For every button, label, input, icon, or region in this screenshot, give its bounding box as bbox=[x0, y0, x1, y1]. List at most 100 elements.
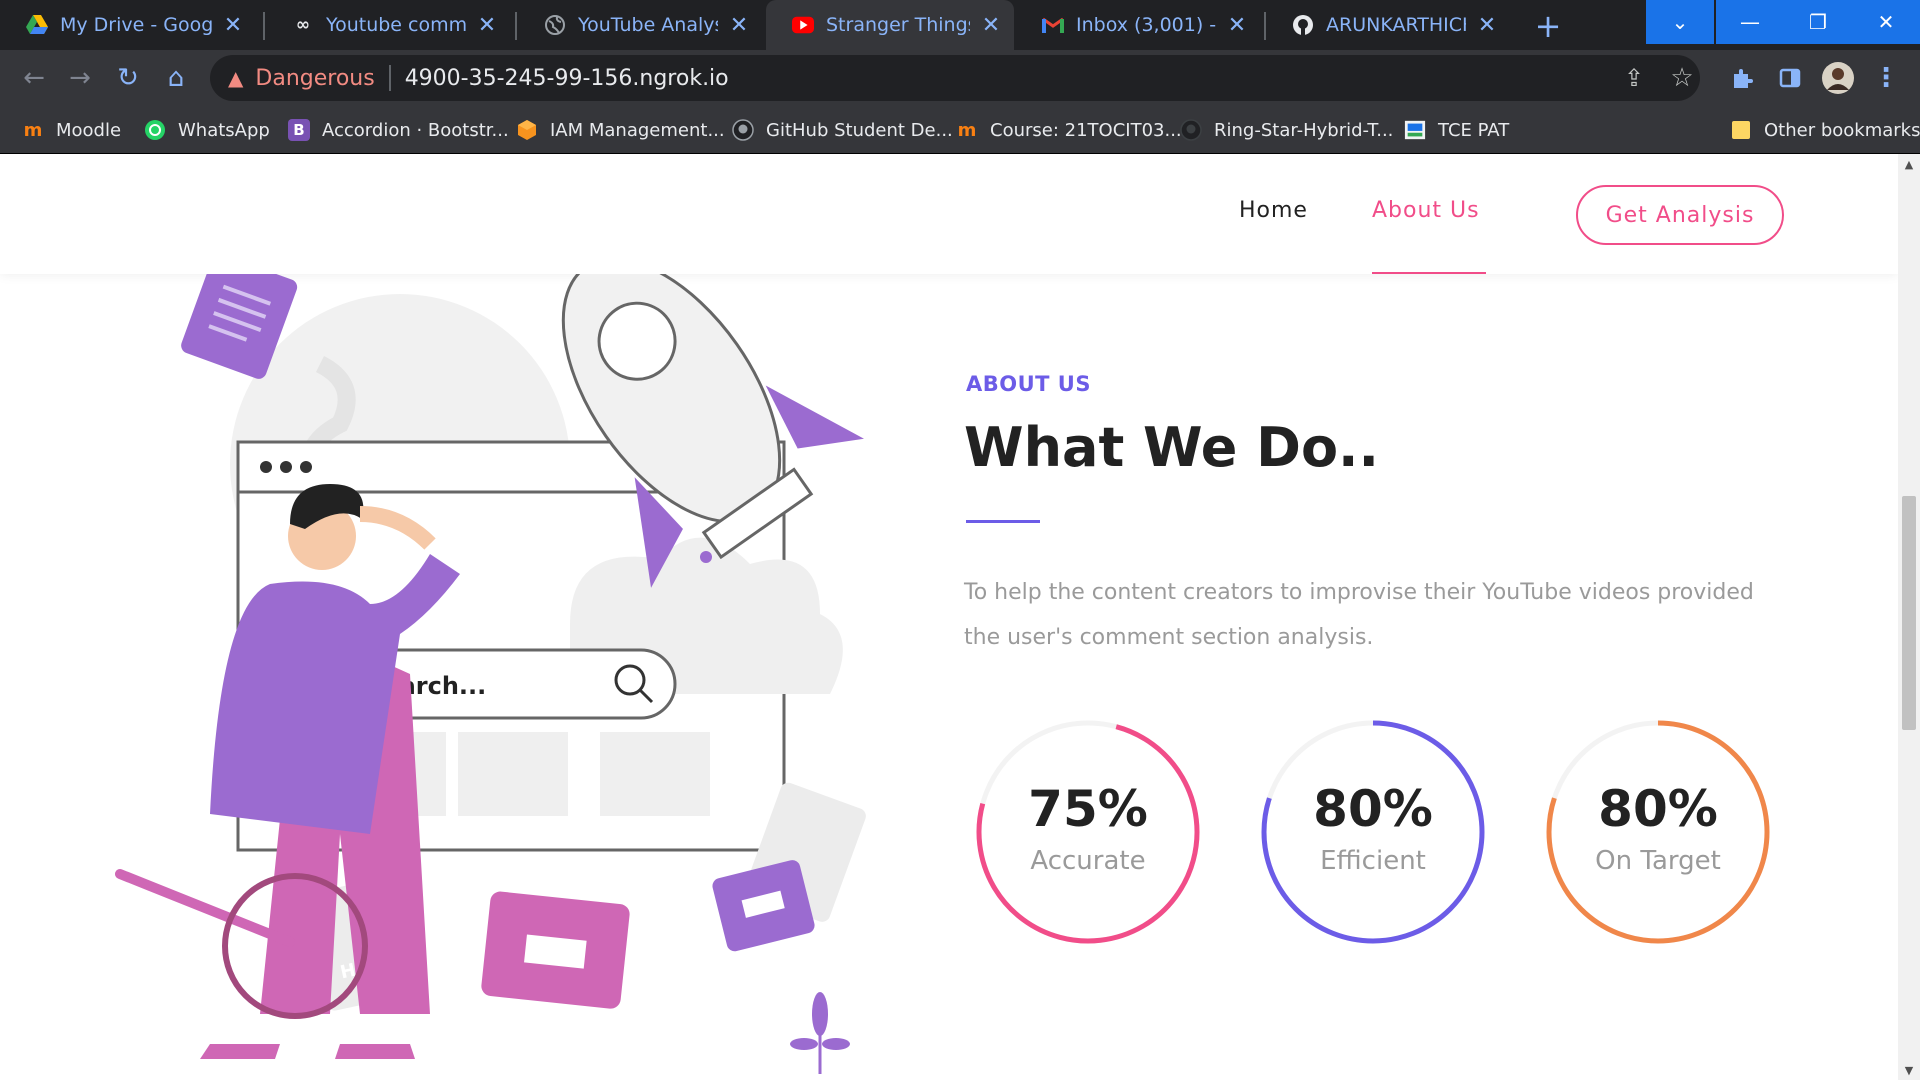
github-icon bbox=[1180, 119, 1202, 141]
tab-title: Inbox (3,001) - arunkarthick bbox=[1076, 14, 1216, 36]
close-icon[interactable]: ✕ bbox=[476, 13, 498, 38]
tab-title: Stranger Things 4 | Volume 2 bbox=[826, 14, 970, 36]
stat-efficient: 80% Efficient bbox=[1259, 718, 1499, 958]
browser-toolbar: ← → ↻ ⌂ ▲ Dangerous 4900-35-245-99-156.n… bbox=[0, 50, 1920, 106]
headline-rule bbox=[966, 520, 1040, 523]
stat-on-target: 80% On Target bbox=[1544, 718, 1784, 958]
security-label: Dangerous bbox=[255, 65, 375, 91]
tce-icon bbox=[1404, 119, 1426, 141]
extensions-icon[interactable] bbox=[1722, 58, 1762, 98]
tab-youtube-analyser[interactable]: YouTube Analyser! ✕ bbox=[518, 0, 762, 50]
security-status[interactable]: ▲ Dangerous bbox=[228, 66, 375, 91]
scroll-down-arrow[interactable]: ▼ bbox=[1898, 1060, 1920, 1080]
minimize-button[interactable]: — bbox=[1716, 0, 1784, 44]
gmail-icon bbox=[1042, 14, 1064, 36]
bookmark-course[interactable]: m Course: 21TOCIT03... bbox=[956, 116, 1182, 144]
bookmark-other[interactable]: Other bookmarks bbox=[1730, 116, 1920, 144]
moodle-icon: m bbox=[957, 119, 977, 141]
stat-accurate: 75% Accurate bbox=[974, 718, 1214, 958]
bookmark-bootstrap[interactable]: B Accordion · Bootstr... bbox=[288, 116, 509, 144]
home-icon[interactable]: ⌂ bbox=[156, 58, 196, 98]
bookmark-iam[interactable]: IAM Management... bbox=[516, 116, 725, 144]
page-scrollbar[interactable]: ▲ ▼ bbox=[1898, 154, 1920, 1080]
close-icon[interactable]: ✕ bbox=[728, 13, 750, 38]
back-arrow-icon[interactable]: ← bbox=[14, 58, 54, 98]
tab-github[interactable]: ARUNKARTHICK-S/ ✕ bbox=[1266, 0, 1510, 50]
github-icon bbox=[1292, 14, 1314, 36]
close-icon[interactable]: ✕ bbox=[1226, 13, 1248, 38]
close-icon[interactable]: ✕ bbox=[222, 13, 244, 38]
stat-label: Efficient bbox=[1320, 846, 1426, 876]
folder-illustration bbox=[481, 891, 630, 1009]
web-page: Home About Us Get Analysis Search... ABO… bbox=[0, 154, 1898, 1080]
url-text[interactable]: 4900-35-245-99-156.ngrok.io bbox=[405, 66, 729, 91]
forward-arrow-icon[interactable]: → bbox=[60, 58, 100, 98]
section-description: To help the content creators to improvis… bbox=[964, 580, 1754, 650]
stat-value: 80% bbox=[1598, 780, 1718, 838]
close-window-button[interactable]: ✕ bbox=[1852, 0, 1920, 44]
scroll-thumb[interactable] bbox=[1902, 496, 1916, 730]
tab-google-drive[interactable]: My Drive - Google Drive ✕ bbox=[0, 0, 256, 50]
scroll-up-arrow[interactable]: ▲ bbox=[1898, 154, 1920, 174]
tab-divider bbox=[263, 12, 265, 40]
bookmark-label: WhatsApp bbox=[178, 119, 270, 141]
plant-illustration bbox=[790, 992, 850, 1074]
menu-dots-icon[interactable]: ⋮ bbox=[1866, 58, 1906, 98]
bookmark-star-icon[interactable]: ☆ bbox=[1662, 58, 1702, 98]
bootstrap-icon: B bbox=[288, 119, 310, 141]
tab-search-button[interactable]: ⌄ bbox=[1646, 0, 1714, 44]
bookmark-label: Course: 21TOCIT03... bbox=[990, 119, 1182, 141]
bookmark-tce-pat[interactable]: TCE PAT bbox=[1404, 116, 1509, 144]
tab-stranger-things[interactable]: Stranger Things 4 | Volume 2 ✕ bbox=[766, 0, 1014, 50]
stat-label: On Target bbox=[1595, 846, 1721, 876]
section-headline: What We Do.. bbox=[964, 416, 1380, 479]
tab-title: ARUNKARTHICK-S/ bbox=[1326, 14, 1466, 36]
section-eyebrow: ABOUT US bbox=[966, 372, 1091, 396]
warning-icon: ▲ bbox=[228, 66, 244, 90]
progress-ring bbox=[976, 720, 1200, 944]
hero-illustration: Search... Html bbox=[115, 274, 866, 1074]
bookmark-label: TCE PAT bbox=[1438, 119, 1510, 141]
folder-illustration bbox=[712, 860, 815, 952]
whatsapp-icon bbox=[144, 119, 166, 141]
bookmark-ring-star[interactable]: Ring-Star-Hybrid-T... bbox=[1180, 116, 1393, 144]
bookmark-moodle[interactable]: m Moodle bbox=[22, 116, 121, 144]
bookmark-whatsapp[interactable]: WhatsApp bbox=[144, 116, 270, 144]
bookmark-label: Other bookmarks bbox=[1764, 119, 1920, 141]
progress-ring bbox=[1546, 720, 1770, 944]
tab-youtube-comments[interactable]: ∞ Youtube comments ✕ bbox=[266, 0, 510, 50]
youtube-icon bbox=[792, 14, 814, 36]
avatar[interactable] bbox=[1818, 58, 1858, 98]
tab-gmail[interactable]: Inbox (3,001) - arunkarthick ✕ bbox=[1016, 0, 1260, 50]
side-panel-icon[interactable] bbox=[1770, 58, 1810, 98]
stat-value: 75% bbox=[1028, 780, 1148, 838]
new-tab-button[interactable]: + bbox=[1530, 7, 1566, 45]
tab-title: My Drive - Google Drive bbox=[60, 14, 212, 36]
google-drive-icon bbox=[26, 14, 48, 36]
tab-divider bbox=[515, 12, 517, 40]
restore-button[interactable]: ❐ bbox=[1784, 0, 1852, 44]
nav-about-us[interactable]: About Us bbox=[1372, 198, 1480, 223]
folder-icon bbox=[1730, 119, 1752, 141]
active-nav-underline bbox=[1372, 272, 1486, 274]
bookmark-label: Moodle bbox=[56, 119, 122, 141]
address-bar[interactable]: ▲ Dangerous 4900-35-245-99-156.ngrok.io bbox=[210, 55, 1700, 101]
link-icon: ∞ bbox=[295, 15, 311, 35]
globe-icon bbox=[544, 14, 566, 36]
omnibox-divider bbox=[388, 65, 391, 91]
bookmark-github-student[interactable]: GitHub Student De... bbox=[732, 116, 953, 144]
nav-home[interactable]: Home bbox=[1239, 198, 1308, 223]
tab-title: YouTube Analyser! bbox=[578, 14, 718, 36]
reload-icon[interactable]: ↻ bbox=[108, 58, 148, 98]
close-icon[interactable]: ✕ bbox=[1476, 13, 1498, 38]
share-icon[interactable]: ⇪ bbox=[1614, 58, 1654, 98]
moodle-icon: m bbox=[23, 119, 43, 141]
progress-ring bbox=[1261, 720, 1485, 944]
tab-strip: My Drive - Google Drive ✕ ∞ Youtube comm… bbox=[0, 0, 1920, 50]
close-icon[interactable]: ✕ bbox=[980, 13, 1002, 38]
aws-icon bbox=[516, 119, 538, 141]
bookmark-label: Accordion · Bootstr... bbox=[322, 119, 509, 141]
tab-title: Youtube comments bbox=[326, 14, 466, 36]
get-analysis-button[interactable]: Get Analysis bbox=[1576, 185, 1784, 245]
site-header: Home About Us Get Analysis bbox=[0, 154, 1898, 274]
